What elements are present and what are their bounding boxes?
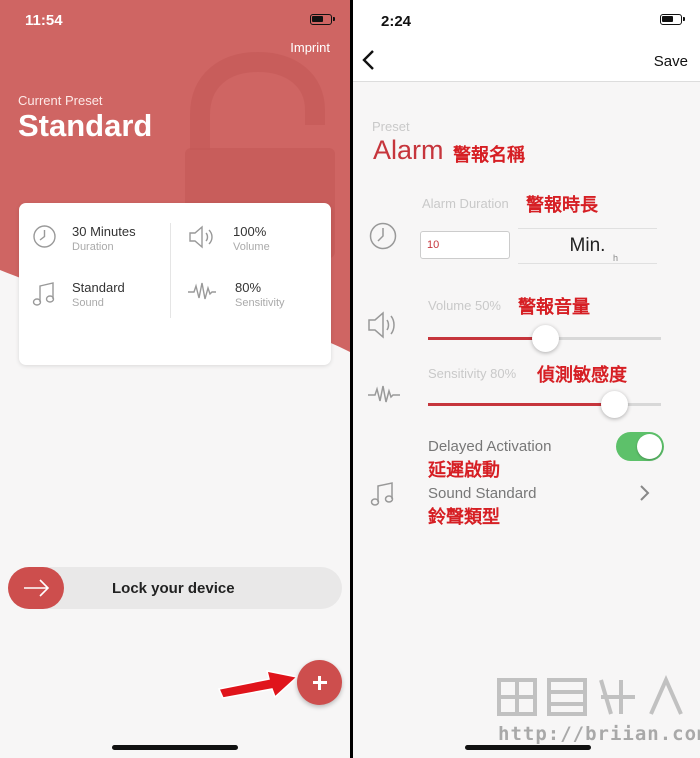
sound-value: Standard [72, 280, 125, 295]
music-note-icon [370, 482, 394, 506]
sensitivity-slider-thumb[interactable] [601, 391, 629, 418]
lock-device-label: Lock your device [112, 580, 235, 597]
duration-input[interactable]: 10 [420, 231, 510, 259]
alarm-duration-caption: Alarm Duration [422, 196, 509, 211]
preset-caption: Preset [372, 119, 410, 134]
preset-name-field[interactable]: Alarm [373, 135, 444, 166]
add-preset-button[interactable] [297, 660, 342, 705]
home-indicator [465, 745, 591, 750]
watermark-url: http://briian.com [498, 723, 700, 745]
status-time: 2:24 [381, 13, 412, 30]
annotation-duration: 警報時長 [526, 195, 598, 216]
sensitivity-label: Sensitivity [235, 297, 285, 309]
status-bar: 11:54 [0, 0, 350, 40]
duration-label: Duration [72, 241, 114, 253]
sensitivity-value: 80% [235, 280, 262, 295]
preset-summary-card[interactable]: 30 Minutes Duration 100% Volume Standard… [19, 203, 331, 365]
current-preset-name: Standard [18, 108, 153, 143]
music-note-icon [32, 282, 55, 306]
save-button[interactable]: Save [654, 53, 688, 70]
back-chevron-icon[interactable] [359, 48, 379, 72]
sound-row-label[interactable]: Sound Standard [428, 485, 536, 502]
lock-device-slider[interactable]: Lock your device [8, 567, 342, 609]
annotation-volume: 警報音量 [518, 297, 590, 318]
sound-label: Sound [72, 297, 104, 309]
volume-slider[interactable] [428, 325, 661, 352]
status-time: 11:54 [25, 12, 63, 29]
duration-unit-picker[interactable]: Min. h [518, 228, 657, 264]
battery-icon [310, 14, 335, 25]
annotation-preset: 警報名稱 [453, 145, 525, 166]
toggle-knob [637, 434, 662, 459]
waveform-icon [188, 282, 216, 300]
volume-slider-fill [428, 337, 545, 340]
left-screen: 11:54 Imprint Current Preset Standard 30… [0, 0, 350, 758]
annotation-sensitivity: 偵測敏感度 [537, 365, 627, 386]
lock-arrow-handle[interactable] [8, 567, 64, 609]
chevron-right-icon[interactable] [638, 483, 652, 503]
waveform-icon [368, 385, 400, 403]
sensitivity-slider[interactable] [428, 391, 661, 418]
duration-unit-selected: Min. [569, 235, 606, 256]
clock-icon [33, 225, 56, 248]
speaker-icon [368, 311, 395, 339]
home-indicator [112, 745, 238, 750]
navigation-bar: 2:24 Save [353, 0, 700, 82]
watermark-logo-icon [497, 675, 683, 716]
card-divider [170, 223, 171, 318]
speaker-icon [189, 225, 213, 249]
imprint-link[interactable]: Imprint [290, 40, 330, 55]
arrow-right-icon [24, 579, 50, 597]
delayed-activation-toggle[interactable] [616, 432, 664, 461]
current-preset-caption: Current Preset [18, 93, 103, 108]
delayed-activation-label: Delayed Activation [428, 438, 552, 455]
annotation-sound: 鈴聲類型 [428, 507, 500, 528]
duration-value: 30 Minutes [72, 224, 136, 239]
sensitivity-slider-fill [428, 403, 615, 406]
duration-unit-next: h [613, 253, 619, 263]
volume-slider-thumb[interactable] [531, 325, 559, 352]
volume-value: 100% [233, 224, 267, 239]
clock-icon [369, 222, 397, 250]
annotation-delayed: 延遲啟動 [428, 460, 500, 481]
battery-icon [660, 14, 685, 25]
right-screen: 2:24 Save Preset Alarm 警報名稱 Alarm Durati… [353, 0, 700, 758]
volume-label: Volume [233, 241, 270, 253]
sensitivity-caption: Sensitivity 80% [428, 366, 517, 381]
volume-caption: Volume 50% [428, 298, 501, 313]
red-arrow-annotation-icon [217, 670, 299, 699]
